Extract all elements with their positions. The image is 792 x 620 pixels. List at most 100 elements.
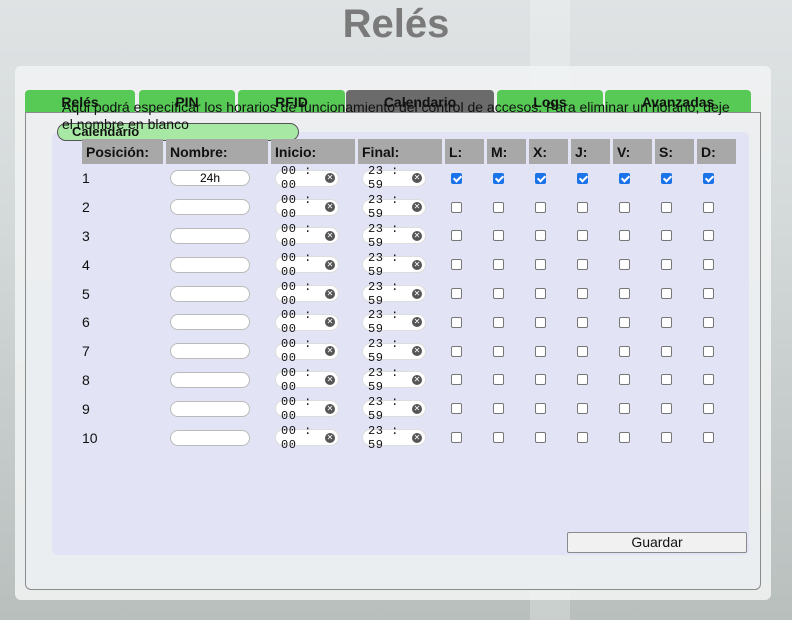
checkbox-wed[interactable] [535,432,546,444]
start-time-input[interactable]: 00 : 00 ✕ [275,337,339,365]
checkbox-wed[interactable] [535,230,546,242]
start-time-input[interactable]: 00 : 00 ✕ [275,308,339,336]
checkbox-sat[interactable] [661,432,672,444]
end-time-input[interactable]: 23 : 59 ✕ [362,280,426,308]
clear-icon[interactable]: ✕ [412,317,422,328]
checkbox-tue[interactable] [493,403,504,415]
checkbox-sun[interactable] [703,201,714,213]
checkbox-thu[interactable] [577,403,588,415]
checkbox-tue[interactable] [493,345,504,357]
name-input[interactable] [170,429,250,446]
checkbox-tue[interactable] [493,288,504,300]
name-input[interactable] [170,343,250,360]
name-input[interactable] [170,256,250,273]
checkbox-sat[interactable] [661,201,672,213]
save-button[interactable]: Guardar [567,532,747,553]
checkbox-thu[interactable] [577,259,588,271]
end-time-input[interactable]: 23 : 59 ✕ [362,424,426,452]
checkbox-wed[interactable] [535,316,546,328]
end-time-input[interactable]: 23 : 59 ✕ [362,164,426,192]
checkbox-tue[interactable] [493,374,504,386]
checkbox-mon[interactable] [451,259,462,271]
start-time-input[interactable]: 00 : 00 ✕ [275,366,339,394]
checkbox-wed[interactable] [535,259,546,271]
clear-icon[interactable]: ✕ [325,403,335,414]
checkbox-mon[interactable] [451,345,462,357]
checkbox-sat[interactable] [661,316,672,328]
start-time-input[interactable]: 00 : 00 ✕ [275,222,339,250]
checkbox-mon[interactable] [451,172,462,184]
checkbox-fri[interactable] [619,403,630,415]
checkbox-sun[interactable] [703,316,714,328]
clear-icon[interactable]: ✕ [325,288,335,299]
end-time-input[interactable]: 23 : 59 ✕ [362,337,426,365]
checkbox-sun[interactable] [703,259,714,271]
clear-icon[interactable]: ✕ [325,230,335,241]
checkbox-fri[interactable] [619,345,630,357]
checkbox-mon[interactable] [451,403,462,415]
checkbox-sun[interactable] [703,288,714,300]
name-input[interactable] [170,170,250,187]
clear-icon[interactable]: ✕ [325,374,335,385]
checkbox-sun[interactable] [703,374,714,386]
clear-icon[interactable]: ✕ [325,173,335,184]
clear-icon[interactable]: ✕ [325,317,335,328]
checkbox-tue[interactable] [493,172,504,184]
checkbox-tue[interactable] [493,230,504,242]
clear-icon[interactable]: ✕ [325,432,335,443]
checkbox-thu[interactable] [577,172,588,184]
clear-icon[interactable]: ✕ [412,288,422,299]
clear-icon[interactable]: ✕ [325,259,335,270]
name-input[interactable] [170,285,250,302]
checkbox-fri[interactable] [619,230,630,242]
clear-icon[interactable]: ✕ [412,230,422,241]
checkbox-mon[interactable] [451,316,462,328]
end-time-input[interactable]: 23 : 59 ✕ [362,366,426,394]
checkbox-thu[interactable] [577,288,588,300]
checkbox-sun[interactable] [703,345,714,357]
name-input[interactable] [170,371,250,388]
clear-icon[interactable]: ✕ [412,173,422,184]
checkbox-wed[interactable] [535,374,546,386]
checkbox-tue[interactable] [493,201,504,213]
checkbox-sat[interactable] [661,230,672,242]
checkbox-wed[interactable] [535,403,546,415]
clear-icon[interactable]: ✕ [412,432,422,443]
checkbox-wed[interactable] [535,172,546,184]
checkbox-fri[interactable] [619,172,630,184]
clear-icon[interactable]: ✕ [412,374,422,385]
checkbox-tue[interactable] [493,316,504,328]
checkbox-mon[interactable] [451,201,462,213]
checkbox-thu[interactable] [577,201,588,213]
checkbox-sat[interactable] [661,259,672,271]
checkbox-tue[interactable] [493,259,504,271]
clear-icon[interactable]: ✕ [412,403,422,414]
checkbox-thu[interactable] [577,230,588,242]
end-time-input[interactable]: 23 : 59 ✕ [362,251,426,279]
checkbox-mon[interactable] [451,230,462,242]
checkbox-fri[interactable] [619,259,630,271]
checkbox-sat[interactable] [661,374,672,386]
checkbox-sun[interactable] [703,432,714,444]
checkbox-mon[interactable] [451,432,462,444]
start-time-input[interactable]: 00 : 00 ✕ [275,193,339,221]
checkbox-fri[interactable] [619,316,630,328]
checkbox-mon[interactable] [451,374,462,386]
start-time-input[interactable]: 00 : 00 ✕ [275,424,339,452]
start-time-input[interactable]: 00 : 00 ✕ [275,395,339,423]
checkbox-wed[interactable] [535,345,546,357]
checkbox-sun[interactable] [703,172,714,184]
end-time-input[interactable]: 23 : 59 ✕ [362,193,426,221]
start-time-input[interactable]: 00 : 00 ✕ [275,164,339,192]
checkbox-thu[interactable] [577,345,588,357]
checkbox-fri[interactable] [619,374,630,386]
name-input[interactable] [170,227,250,244]
end-time-input[interactable]: 23 : 59 ✕ [362,222,426,250]
end-time-input[interactable]: 23 : 59 ✕ [362,308,426,336]
checkbox-sat[interactable] [661,345,672,357]
checkbox-fri[interactable] [619,201,630,213]
checkbox-fri[interactable] [619,432,630,444]
name-input[interactable] [170,199,250,216]
checkbox-tue[interactable] [493,432,504,444]
checkbox-wed[interactable] [535,201,546,213]
